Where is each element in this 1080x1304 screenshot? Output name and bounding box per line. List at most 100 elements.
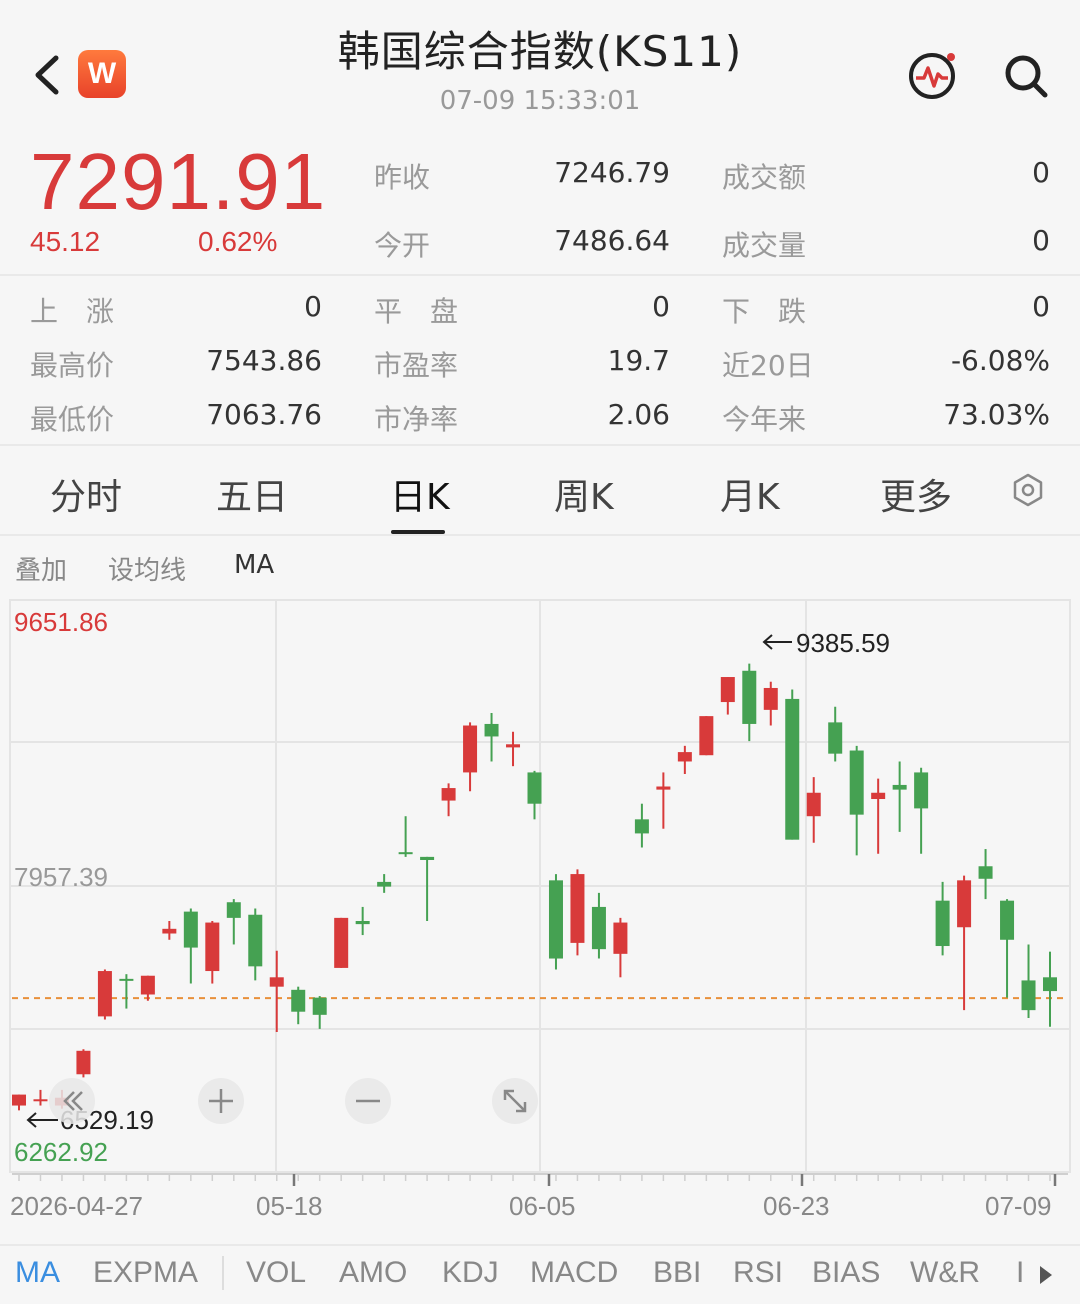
scroll-left-button[interactable] xyxy=(49,1078,95,1124)
candle-body xyxy=(441,788,456,801)
low-label: 最低价 xyxy=(30,403,115,436)
candle-body xyxy=(634,819,649,834)
candle-body xyxy=(463,725,478,773)
high-label: 最高价 xyxy=(30,349,115,382)
candle-body xyxy=(162,928,177,934)
page-title: 韩国综合指数(KS11) xyxy=(337,27,743,76)
pulse-monitor-icon[interactable] xyxy=(906,50,958,102)
candle-body xyxy=(355,920,370,925)
fullscreen-button[interactable] xyxy=(492,1078,538,1124)
candle-body xyxy=(119,978,134,981)
candle-body xyxy=(312,997,327,1015)
candle-body xyxy=(205,922,220,972)
candle-body xyxy=(33,1099,48,1102)
candle-body xyxy=(591,906,606,950)
tab-more[interactable]: 更多 xyxy=(880,468,952,520)
candle-body xyxy=(677,752,692,762)
candle-body xyxy=(420,856,435,861)
tab-monthly-k[interactable]: 月K xyxy=(720,468,780,520)
20d-change-label: 近20日 xyxy=(722,349,814,382)
candle-body xyxy=(892,784,907,790)
candle-body xyxy=(957,880,972,928)
pb-value: 2.06 xyxy=(607,398,670,431)
high-annotation-label: 9385.59 xyxy=(796,628,890,658)
candle-body xyxy=(377,881,392,887)
tab-five-day[interactable]: 五日 xyxy=(216,468,288,520)
x-axis-label: 2026-04-27 xyxy=(10,1191,143,1221)
pe-value: 19.7 xyxy=(607,344,670,377)
candle-body xyxy=(248,914,263,967)
tab-weekly-k[interactable]: 周K xyxy=(554,468,614,520)
candle xyxy=(334,917,349,968)
scroll-right-icon[interactable] xyxy=(1018,1258,1058,1292)
indicator-amo[interactable]: AMO xyxy=(339,1256,407,1290)
divider xyxy=(0,534,1080,536)
divider xyxy=(0,1244,1080,1246)
app-logo[interactable]: W xyxy=(78,50,126,98)
candle-body xyxy=(12,1094,26,1106)
volume-value: 0 xyxy=(1032,224,1050,257)
x-axis-label: 06-23 xyxy=(763,1191,830,1221)
indicator-ma[interactable]: MA xyxy=(15,1256,60,1290)
price-change-percent: 0.62% xyxy=(198,226,278,257)
candle-body xyxy=(269,977,284,987)
last-price: 7291.91 xyxy=(30,137,327,226)
volume-label: 成交量 xyxy=(722,229,807,262)
candlestick-chart[interactable]: 9651.86 7957.39 6262.92 9385.59 6529.19 xyxy=(0,596,1080,1236)
ytd-value: 73.03% xyxy=(943,398,1050,431)
unchanged-value: 0 xyxy=(652,290,670,323)
indicator-expma[interactable]: EXPMA xyxy=(93,1256,198,1290)
candle xyxy=(699,716,714,756)
back-arrow-icon[interactable] xyxy=(28,50,68,100)
candle-body xyxy=(548,880,563,959)
settings-icon[interactable] xyxy=(1010,472,1046,508)
header-bar: W 韩国综合指数(KS11) 07-09 15:33:01 xyxy=(0,0,1080,130)
y-min-label: 6262.92 xyxy=(14,1137,108,1167)
indicator-bbi[interactable]: BBI xyxy=(653,1256,701,1290)
turnover-label: 成交额 xyxy=(722,161,807,194)
high-value: 7543.86 xyxy=(206,344,322,377)
indicator-macd[interactable]: MACD xyxy=(530,1256,618,1290)
candle-body xyxy=(935,900,950,947)
divider xyxy=(0,274,1080,276)
zoom-out-button[interactable] xyxy=(345,1078,391,1124)
candle-body xyxy=(656,786,671,790)
divider xyxy=(0,444,1080,446)
overlay-option[interactable]: 叠加 xyxy=(15,550,67,587)
decliners-label: 下 跌 xyxy=(722,295,807,328)
search-icon[interactable] xyxy=(1000,50,1052,102)
candle-body xyxy=(1043,977,1057,992)
prev-close-value: 7246.79 xyxy=(554,156,670,189)
candle-body xyxy=(398,852,413,855)
set-ma-option[interactable]: 设均线 xyxy=(108,550,186,587)
candle-body xyxy=(914,772,929,809)
ma-option[interactable]: MA xyxy=(234,550,274,580)
indicator-rsi[interactable]: RSI xyxy=(733,1256,783,1290)
open-label: 今开 xyxy=(374,229,431,262)
ytd-label: 今年来 xyxy=(722,403,807,436)
tab-intraday[interactable]: 分时 xyxy=(50,468,122,520)
y-mid-label: 7957.39 xyxy=(14,862,108,892)
prev-close-label: 昨收 xyxy=(374,161,431,194)
candle-body xyxy=(484,723,499,737)
x-axis-label: 05-18 xyxy=(256,1191,323,1221)
tab-daily-k[interactable]: 日K xyxy=(390,468,450,520)
x-axis-label: 07-09 xyxy=(985,1191,1052,1221)
advancers-label: 上 涨 xyxy=(30,295,115,328)
pe-label: 市盈率 xyxy=(374,349,459,382)
candle-body xyxy=(849,750,864,815)
zoom-in-button[interactable] xyxy=(198,1078,244,1124)
indicator-kdj[interactable]: KDJ xyxy=(442,1256,499,1290)
candle-body xyxy=(699,716,714,756)
indicator-vol[interactable]: VOL xyxy=(246,1256,306,1290)
indicator-wr[interactable]: W&R xyxy=(910,1256,980,1290)
pb-label: 市净率 xyxy=(374,403,459,436)
indicator-bias[interactable]: BIAS xyxy=(812,1256,880,1290)
low-value: 7063.76 xyxy=(206,398,322,431)
candle-body xyxy=(97,971,112,1017)
x-axis-label: 06-05 xyxy=(509,1191,576,1221)
candle-body xyxy=(334,917,349,968)
candle-body xyxy=(806,792,821,817)
candle-body xyxy=(742,670,757,724)
candle-body xyxy=(140,975,155,995)
